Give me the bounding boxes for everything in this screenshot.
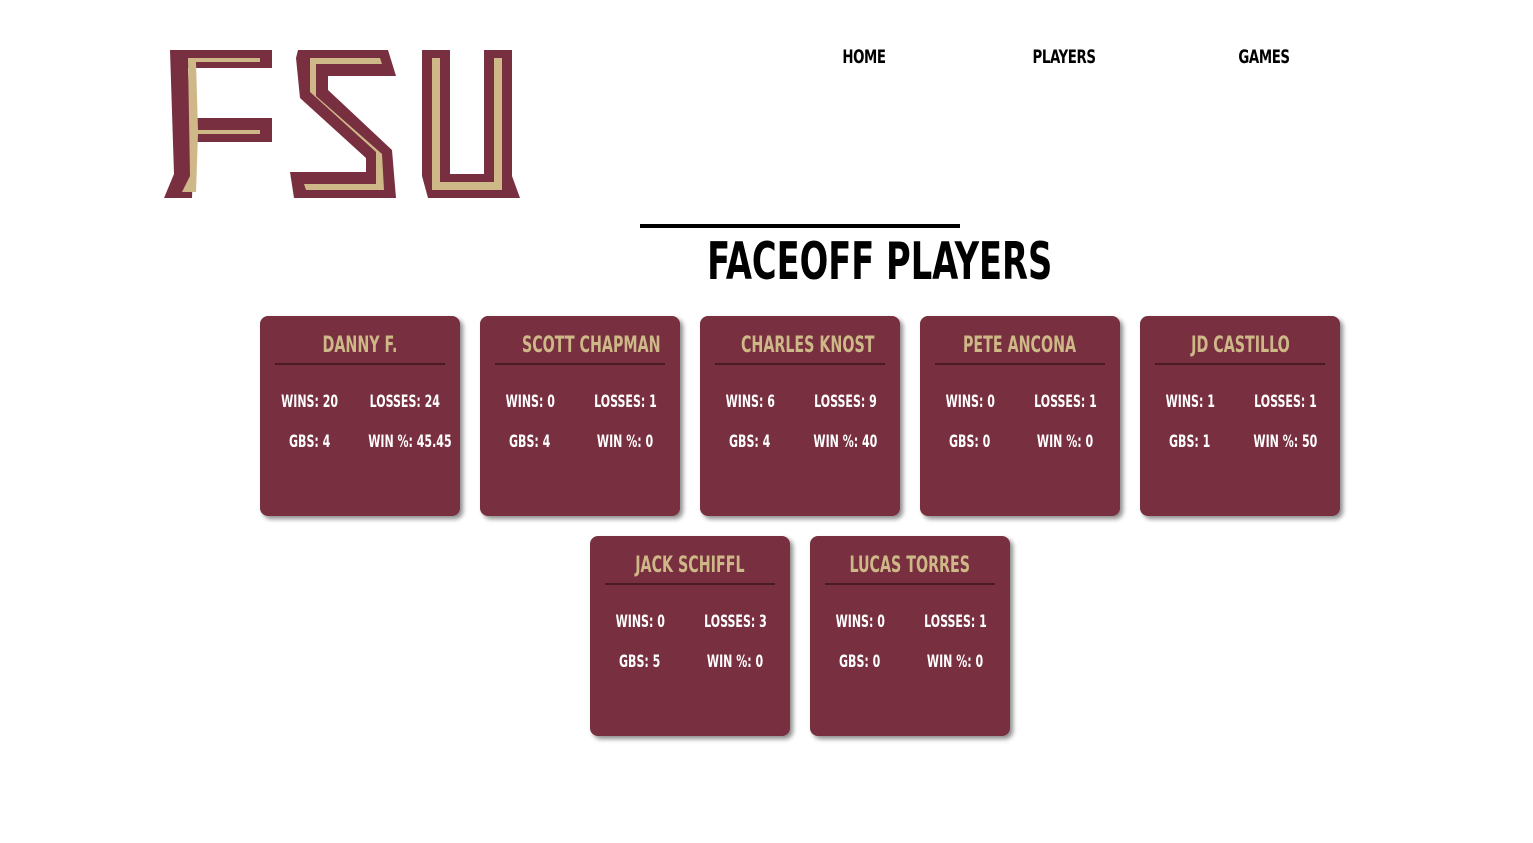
player-card[interactable]: JD CASTILLO WINS: 1 LOSSES: 1 GBS: 1 WIN… [1140,316,1340,516]
player-wins: WINS: 20 [281,392,339,412]
player-name: LUCAS TORRES [849,553,971,578]
card-divider [825,583,995,585]
player-name: CHARLES KNOST [740,333,875,358]
player-losses: LOSSES: 3 [703,612,767,632]
player-name: SCOTT CHAPMAN [521,333,661,358]
player-win-pct: WIN %: 0 [706,652,764,672]
nav-games-link[interactable]: GAMES [1231,46,1297,68]
player-card[interactable]: CHARLES KNOST WINS: 6 LOSSES: 9 GBS: 4 W… [700,316,900,516]
card-divider [715,363,885,365]
player-win-pct: WIN %: 45.45 [368,432,452,452]
player-gbs: GBS: 0 [949,432,991,452]
main-nav: HOME PLAYERS GAMES [0,46,1533,76]
player-wins: WINS: 0 [615,612,665,632]
player-gbs: GBS: 4 [509,432,551,452]
player-win-pct: WIN %: 0 [596,432,654,452]
player-win-pct: WIN %: 0 [926,652,984,672]
nav-home-link[interactable]: HOME [836,46,892,68]
player-losses: LOSSES: 24 [369,392,441,412]
player-card[interactable]: PETE ANCONA WINS: 0 LOSSES: 1 GBS: 0 WIN… [920,316,1120,516]
player-card[interactable]: DANNY F. WINS: 20 LOSSES: 24 GBS: 4 WIN … [260,316,460,516]
nav-players-link[interactable]: PLAYERS [1024,46,1105,68]
player-wins: WINS: 6 [725,392,775,412]
player-losses: LOSSES: 1 [1033,392,1097,412]
player-gbs: GBS: 5 [619,652,661,672]
player-gbs: GBS: 1 [1169,432,1211,452]
player-name: JD CASTILLO [1190,333,1290,358]
player-wins: WINS: 0 [835,612,885,632]
card-divider [1155,363,1325,365]
player-win-pct: WIN %: 0 [1036,432,1094,452]
player-wins: WINS: 1 [1165,392,1215,412]
player-name: PETE ANCONA [963,333,1077,358]
card-divider [935,363,1105,365]
player-win-pct: WIN %: 40 [813,432,877,452]
player-wins: WINS: 0 [945,392,995,412]
card-divider [275,363,445,365]
player-card[interactable]: JACK SCHIFFL WINS: 0 LOSSES: 3 GBS: 5 WI… [590,536,790,736]
player-card[interactable]: SCOTT CHAPMAN WINS: 0 LOSSES: 1 GBS: 4 W… [480,316,680,516]
player-losses: LOSSES: 1 [923,612,987,632]
player-gbs: GBS: 4 [729,432,771,452]
title-top-rule [640,224,960,228]
card-divider [605,583,775,585]
player-wins: WINS: 0 [505,392,555,412]
player-win-pct: WIN %: 50 [1253,432,1317,452]
player-name: DANNY F. [322,333,398,358]
player-losses: LOSSES: 1 [593,392,657,412]
player-losses: LOSSES: 1 [1253,392,1317,412]
player-card[interactable]: LUCAS TORRES WINS: 0 LOSSES: 1 GBS: 0 WI… [810,536,1010,736]
player-gbs: GBS: 0 [839,652,881,672]
page-title: FACEOFF PLAYERS [707,232,1053,292]
player-gbs: GBS: 4 [289,432,331,452]
card-divider [495,363,665,365]
player-losses: LOSSES: 9 [813,392,877,412]
player-name: JACK SCHIFFL [635,553,745,578]
